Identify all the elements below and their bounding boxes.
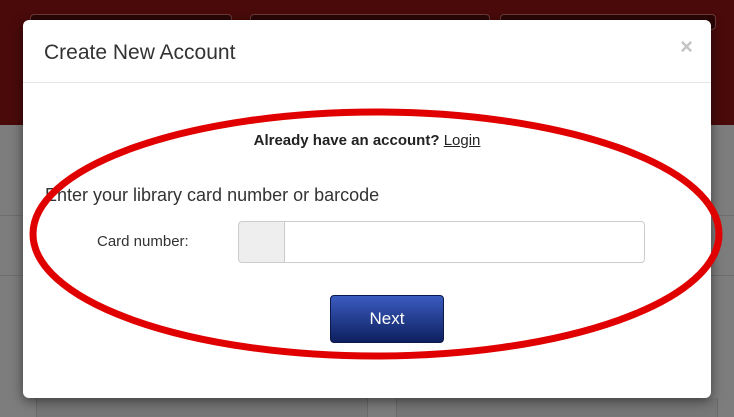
card-number-input[interactable] <box>284 221 645 263</box>
create-account-modal: Create New Account × Already have an acc… <box>23 20 711 398</box>
card-number-label: Card number: <box>97 233 189 250</box>
background-divider <box>0 215 23 216</box>
background-divider <box>711 275 734 276</box>
next-button[interactable]: Next <box>330 295 444 343</box>
background-panel <box>396 398 718 417</box>
login-link[interactable]: Login <box>444 132 481 149</box>
background-divider <box>711 215 734 216</box>
modal-header: Create New Account × <box>23 20 711 83</box>
already-have-account-text: Already have an account? <box>253 132 440 149</box>
background-divider <box>0 275 23 276</box>
modal-title: Create New Account <box>44 41 236 64</box>
card-instructions: Enter your library card number or barcod… <box>45 185 380 205</box>
already-have-account: Already have an account? Login <box>23 132 711 149</box>
close-icon[interactable]: × <box>680 36 693 58</box>
card-input-addon <box>238 221 284 263</box>
background-panel <box>36 398 368 417</box>
